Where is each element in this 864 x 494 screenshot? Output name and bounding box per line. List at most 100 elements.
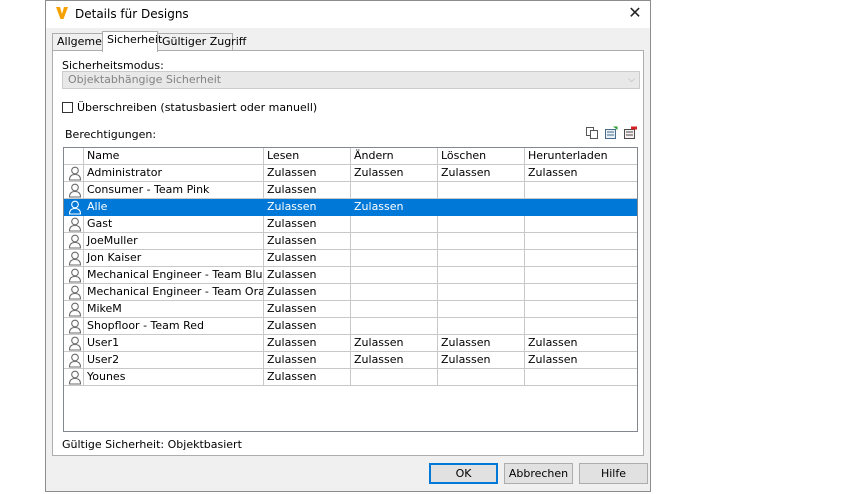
cell-herunterladen <box>525 250 637 267</box>
copy-icon[interactable] <box>585 126 599 140</box>
cell-herunterladen: Zulassen <box>525 335 637 352</box>
add-icon[interactable] <box>604 126 618 140</box>
table-row[interactable]: Jon Kaiser Zulassen <box>64 250 637 267</box>
cell-loeschen <box>438 267 525 284</box>
cell-lesen: Zulassen <box>264 199 351 216</box>
user-icon <box>68 353 82 368</box>
cell-lesen: Zulassen <box>264 284 351 301</box>
close-icon: ✕ <box>628 3 642 22</box>
cell-lesen: Zulassen <box>264 318 351 335</box>
cell-aendern: Zulassen <box>351 352 438 369</box>
cell-lesen: Zulassen <box>264 165 351 182</box>
user-icon <box>68 268 82 283</box>
cell-aendern <box>351 284 438 301</box>
vault-logo-icon <box>56 7 68 19</box>
cell-loeschen <box>438 199 525 216</box>
security-mode-value: Objektabhängige Sicherheit <box>68 73 222 86</box>
table-row[interactable]: Mechanical Engineer - Team Blue Zulassen <box>64 267 637 284</box>
user-icon <box>68 166 82 181</box>
permissions-grid[interactable]: Name Lesen Ändern Löschen Herunterladen … <box>63 147 638 432</box>
table-row[interactable]: Mechanical Engineer - Team OrangeZulasse… <box>64 284 637 301</box>
window-title: Details für Designs <box>75 7 189 21</box>
row-icon-cell <box>64 216 84 233</box>
column-header-name[interactable]: Name <box>84 148 264 165</box>
remove-icon[interactable] <box>623 126 637 140</box>
user-icon <box>68 183 82 198</box>
override-checkbox[interactable] <box>62 102 73 113</box>
table-row[interactable]: User1 Zulassen Zulassen Zulassen Zulassen <box>64 335 637 352</box>
cell-aendern <box>351 216 438 233</box>
cell-name: User2 <box>84 352 264 369</box>
column-header-lesen[interactable]: Lesen <box>264 148 351 165</box>
cell-lesen: Zulassen <box>264 369 351 386</box>
cell-herunterladen <box>525 318 637 335</box>
cell-loeschen: Zulassen <box>438 165 525 182</box>
table-row[interactable]: MikeM Zulassen <box>64 301 637 318</box>
cell-loeschen <box>438 369 525 386</box>
cell-name: Jon Kaiser <box>84 250 264 267</box>
row-icon-cell <box>64 352 84 369</box>
row-icon-cell <box>64 369 84 386</box>
table-row[interactable]: Administrator Zulassen Zulassen Zulassen Zul… <box>64 165 637 182</box>
row-icon-cell <box>64 182 84 199</box>
table-row[interactable]: JoeMuller Zulassen <box>64 233 637 250</box>
table-row[interactable]: Shopfloor - Team Red Zulassen <box>64 318 637 335</box>
column-header-aendern[interactable]: Ändern <box>351 148 438 165</box>
tab-gueltiger-zugriff[interactable]: Gültiger Zugriff <box>157 33 246 50</box>
user-icon <box>68 200 82 215</box>
cell-lesen: Zulassen <box>264 301 351 318</box>
cell-loeschen <box>438 233 525 250</box>
table-row[interactable]: Alle Zulassen Zulassen <box>64 199 637 216</box>
cell-aendern <box>351 182 438 199</box>
tab-label: Gültiger Zugriff <box>162 35 247 48</box>
cell-loeschen <box>438 301 525 318</box>
cell-lesen: Zulassen <box>264 233 351 250</box>
cell-lesen: Zulassen <box>264 267 351 284</box>
chevron-down-icon: ⌵ <box>628 75 635 85</box>
cell-loeschen: Zulassen <box>438 335 525 352</box>
cell-name: Alle <box>84 199 264 216</box>
table-row[interactable]: Gast Zulassen <box>64 216 637 233</box>
user-icon <box>68 319 82 334</box>
cell-herunterladen: Zulassen <box>525 165 637 182</box>
column-header-herunterladen[interactable]: Herunterladen <box>525 148 637 165</box>
cell-name: Younes <box>84 369 264 386</box>
tab-allgemein[interactable]: Allgemein <box>52 33 112 50</box>
cell-name: MikeM <box>84 301 264 318</box>
ok-button[interactable]: OK <box>429 463 498 484</box>
tab-sicherheit[interactable]: Sicherheit <box>102 31 162 52</box>
cell-name: Shopfloor - Team Red <box>84 318 264 335</box>
row-icon-cell <box>64 301 84 318</box>
cell-lesen: Zulassen <box>264 216 351 233</box>
cell-name: JoeMuller <box>84 233 264 250</box>
cell-lesen: Zulassen <box>264 335 351 352</box>
details-dialog: Details für Designs ✕ Allgemein Sicherhe… <box>45 0 651 492</box>
row-icon-cell <box>64 199 84 216</box>
cell-aendern <box>351 250 438 267</box>
security-mode-select: Objektabhängige Sicherheit ⌵ <box>62 71 640 89</box>
cell-herunterladen <box>525 182 637 199</box>
cell-loeschen: Zulassen <box>438 352 525 369</box>
cancel-button[interactable]: Abbrechen <box>504 463 573 484</box>
user-icon <box>68 285 82 300</box>
close-button[interactable]: ✕ <box>624 3 646 23</box>
cell-herunterladen <box>525 216 637 233</box>
user-icon <box>68 302 82 317</box>
tab-label: Sicherheit <box>107 33 163 46</box>
permissions-label: Berechtigungen: <box>65 128 157 141</box>
cell-aendern <box>351 369 438 386</box>
table-row[interactable]: Younes Zulassen <box>64 369 637 386</box>
table-row[interactable]: User2 Zulassen Zulassen Zulassen Zulassen <box>64 352 637 369</box>
column-header-loeschen[interactable]: Löschen <box>438 148 525 165</box>
help-button[interactable]: Hilfe <box>579 463 648 484</box>
row-icon-cell <box>64 318 84 335</box>
security-panel: Sicherheitsmodus: Objektabhängige Sicher… <box>52 50 644 456</box>
grid-header: Name Lesen Ändern Löschen Herunterladen <box>64 148 637 165</box>
cell-herunterladen <box>525 233 637 250</box>
cell-loeschen <box>438 182 525 199</box>
table-row[interactable]: Consumer - Team Pink Zulassen <box>64 182 637 199</box>
cell-aendern <box>351 301 438 318</box>
cell-herunterladen <box>525 369 637 386</box>
cell-name: User1 <box>84 335 264 352</box>
cell-herunterladen: Zulassen <box>525 352 637 369</box>
